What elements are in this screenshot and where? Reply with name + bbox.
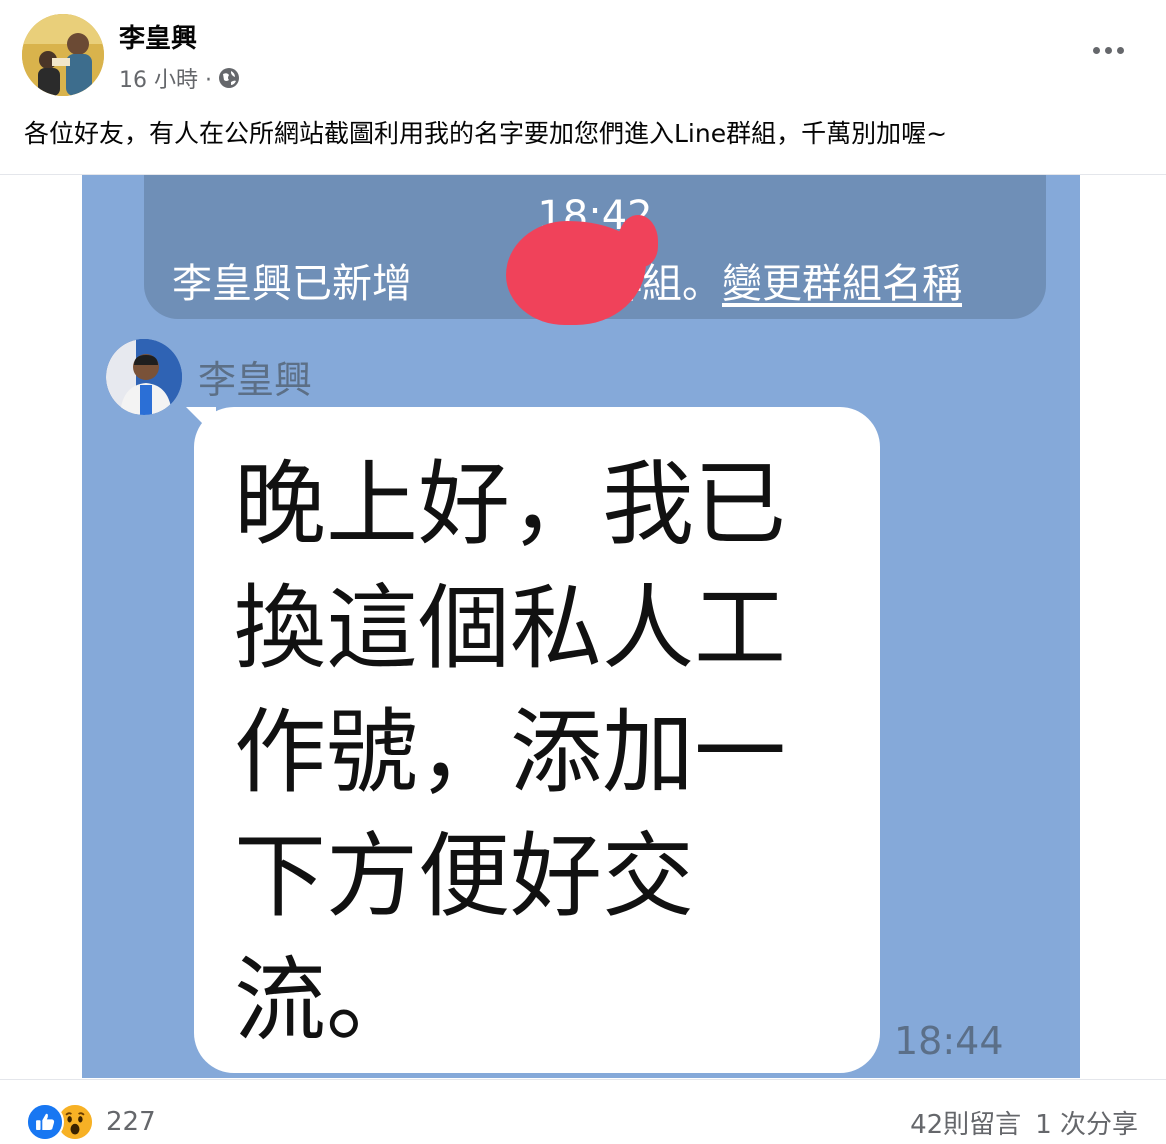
change-group-name-link: 變更群組名稱 — [722, 261, 962, 307]
post-header: 李皇興 16 小時 · — [0, 0, 1166, 100]
post-footer: 227 42則留言 1 次分享 — [0, 1079, 1166, 1144]
system-message-bubble: 18:42 李皇興已新增 至群組。變更群組名稱 — [144, 175, 1046, 325]
message-text: 晚上好，我已換這個私人工作號，添加一下方便好交流。 — [234, 451, 787, 1054]
engagement-stats: 42則留言 1 次分享 — [910, 1104, 1138, 1141]
more-horizontal-icon — [1092, 46, 1100, 54]
like-icon — [26, 1103, 64, 1141]
more-options-button[interactable] — [1086, 36, 1130, 64]
redaction-mark-tip — [618, 215, 658, 267]
post-photo[interactable]: 18:42 李皇興已新增 至群組。變更群組名稱 李皇興 晚上好，我已換這個私人工作… — [82, 175, 1080, 1078]
author-avatar[interactable] — [22, 14, 104, 96]
post-meta: 16 小時 · — [119, 62, 240, 94]
sender-name: 李皇興 — [198, 358, 313, 402]
message-bubble: 晚上好，我已換這個私人工作號，添加一下方便好交流。 — [194, 407, 880, 1073]
sender-avatar — [106, 339, 182, 415]
sender-photo-icon — [106, 339, 182, 415]
reaction-count: 227 — [106, 1107, 156, 1137]
comments-count-link[interactable]: 42則留言 — [910, 1104, 1021, 1141]
message-time: 18:44 — [894, 1019, 1004, 1063]
shares-count-link[interactable]: 1 次分享 — [1035, 1104, 1138, 1141]
reactions-summary[interactable]: 227 — [26, 1102, 156, 1142]
post-text: 各位好友，有人在公所網站截圖利用我的名字要加您們進入Line群組，千萬別加喔~ — [24, 119, 948, 148]
system-message-prefix: 李皇興已新增 — [172, 261, 412, 307]
author-name[interactable]: 李皇興 — [119, 18, 197, 55]
globe-icon[interactable] — [218, 67, 240, 89]
post-timestamp[interactable]: 16 小時 · — [119, 62, 212, 94]
avatar-photo-icon — [22, 14, 104, 96]
